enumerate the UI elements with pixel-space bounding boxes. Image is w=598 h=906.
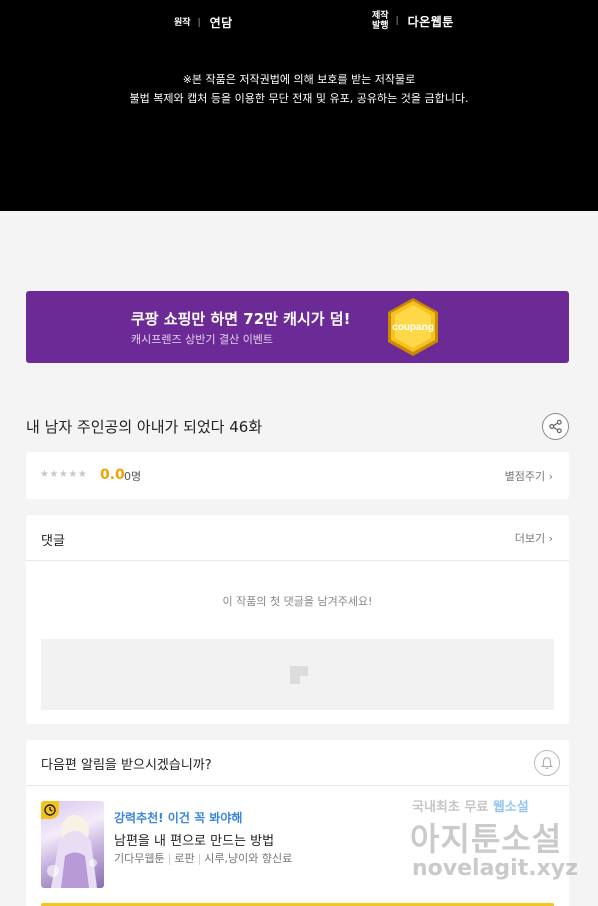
credits-header: 원작 | 연담 제작 발행 | 다온웹툰 ※본 작품은 저작권법에 의해 보호를… bbox=[0, 0, 598, 211]
recommend-genre: 로판 bbox=[174, 852, 195, 865]
production-label-line1: 제작 bbox=[372, 11, 389, 21]
original-label: 원작 bbox=[174, 17, 191, 28]
share-icon bbox=[549, 419, 562, 434]
rating-count: 0명 bbox=[124, 470, 142, 483]
banner-title: 쿠팡 쇼핑만 하면 72만 캐시가 덤! bbox=[131, 310, 351, 328]
comments-title: 댓글 bbox=[41, 534, 65, 549]
divider bbox=[26, 560, 569, 561]
comment-input-box[interactable] bbox=[41, 639, 554, 710]
production-label-line2: 발행 bbox=[372, 21, 389, 31]
copyright-line-1: ※본 작품은 저작권법에 의해 보호를 받는 저작물로 bbox=[182, 73, 416, 86]
recommend-author: 시루,냥이와 향신료 bbox=[204, 852, 293, 865]
rating-stars: ★★★★★ bbox=[40, 469, 88, 480]
notify-bell-button[interactable] bbox=[534, 750, 560, 776]
copyright-line-2: 불법 복제와 캡처 등을 이용한 무단 전재 및 유포, 공유하는 것을 금합니… bbox=[129, 92, 469, 105]
clock-icon bbox=[41, 801, 59, 819]
comment-placeholder-icon bbox=[290, 666, 308, 684]
share-button[interactable] bbox=[542, 413, 569, 440]
comments-empty-message: 이 작품의 첫 댓글을 남겨주세요! bbox=[222, 595, 373, 608]
bell-icon bbox=[541, 757, 553, 769]
banner-subtitle: 캐시프렌즈 상반기 결산 이벤트 bbox=[131, 333, 274, 346]
recommend-publisher: 기다무웹툰 bbox=[114, 852, 165, 865]
original-value: 연담 bbox=[209, 16, 233, 30]
credit-separator: | bbox=[197, 17, 201, 28]
rate-button[interactable]: 별점주기 › bbox=[505, 468, 553, 484]
rating-score: 0.0 bbox=[100, 467, 125, 483]
credit-separator: | bbox=[395, 16, 399, 26]
production-value: 다온웹툰 bbox=[407, 14, 454, 29]
recommend-tag: 강력추천! 이건 꼭 봐야해 bbox=[114, 811, 243, 825]
comments-card: 댓글 더보기 › 이 작품의 첫 댓글을 남겨주세요! bbox=[26, 515, 569, 724]
copyright-notice: ※본 작품은 저작권법에 의해 보호를 받는 저작물로 불법 복제와 캡처 등을… bbox=[0, 70, 598, 108]
next-episode-notice-card: 다음편 알림을 받으시겠습니까? 강력추천! 이건 꼭 봐야해 남편을 내 편으… bbox=[26, 740, 569, 906]
production-credit: 제작 발행 | 다온웹툰 bbox=[372, 11, 454, 31]
coin-text: coupang bbox=[392, 322, 434, 333]
production-label: 제작 발행 bbox=[372, 11, 389, 31]
comments-more-link[interactable]: 더보기 › bbox=[515, 530, 553, 546]
original-credit: 원작 | 연담 bbox=[174, 14, 233, 31]
recommend-title[interactable]: 남편을 내 편으로 만드는 방법 bbox=[114, 830, 274, 849]
coupang-coin-icon: coupang bbox=[388, 298, 438, 356]
episode-title: 내 남자 주인공의 아내가 되었다 46화 bbox=[26, 418, 263, 436]
rating-card: ★★★★★ 0.0 0명 별점주기 › bbox=[26, 452, 569, 499]
recommend-thumbnail[interactable] bbox=[41, 801, 104, 888]
recommend-meta: 기다무웹툰 | 로판 | 시루,냥이와 향신료 bbox=[114, 852, 293, 865]
divider bbox=[26, 785, 569, 786]
coupang-ad-banner[interactable]: 쿠팡 쇼핑만 하면 72만 캐시가 덤! 캐시프렌즈 상반기 결산 이벤트 co… bbox=[26, 291, 569, 363]
notice-title: 다음편 알림을 받으시겠습니까? bbox=[41, 758, 212, 773]
